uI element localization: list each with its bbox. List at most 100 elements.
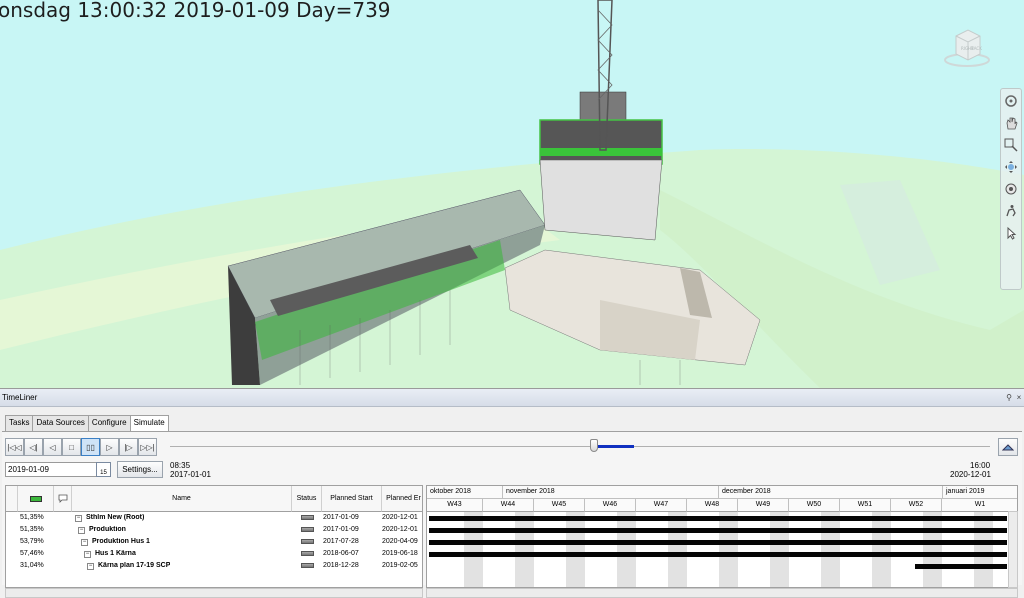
name-column-header[interactable]: Name (72, 486, 292, 512)
task-row[interactable]: 51,35% − Sthlm New (Root) 2017-01-09 202… (6, 513, 422, 525)
task-planned-end: 2020-12-01 (382, 514, 418, 521)
orbit-icon[interactable] (1001, 157, 1021, 177)
gantt-month-header: januari 2019 (943, 486, 1017, 499)
gantt-week-header: W50 (789, 499, 840, 512)
gantt-vertical-scrollbar[interactable] (1008, 511, 1018, 588)
gantt-horizontal-scrollbar[interactable] (426, 588, 1018, 598)
select-cursor-icon[interactable] (1001, 223, 1021, 243)
gantt-bar[interactable] (429, 516, 1007, 521)
gantt-week-header: W49 (738, 499, 789, 512)
viewcube[interactable]: RIGHT BACK (944, 22, 990, 68)
task-planned-end: 2019-02-05 (382, 562, 418, 569)
comment-icon (58, 494, 67, 503)
step-forward-icon: |▷ (124, 442, 133, 452)
task-grid[interactable]: Name Status Planned Start Planned Er 51,… (5, 485, 423, 588)
weekend-shade (923, 512, 942, 587)
step-back-button[interactable]: ◁| (24, 438, 43, 456)
gantt-bar[interactable] (915, 564, 1007, 569)
tab-data-sources[interactable]: Data Sources (32, 415, 89, 431)
zoom-window-icon[interactable] (1001, 135, 1021, 155)
task-planned-start: 2018-06-07 (323, 550, 359, 557)
status-bar-icon (301, 527, 314, 532)
task-planned-end: 2020-12-01 (382, 526, 418, 533)
stop-button[interactable]: □ (62, 438, 81, 456)
forward-end-button[interactable]: ▷▷| (138, 438, 157, 456)
start-time-label: 08:35 (170, 461, 191, 470)
timeliner-tabs: Tasks Data Sources Configure Simulate (5, 415, 169, 432)
gantt-bar[interactable] (429, 552, 1007, 557)
tab-simulate[interactable]: Simulate (129, 415, 169, 432)
timeliner-titlebar[interactable]: TimeLiner ⚲ × (0, 389, 1024, 407)
pin-icon[interactable]: ⚲ (1004, 393, 1014, 402)
step-forward-button[interactable]: |▷ (119, 438, 138, 456)
play-button[interactable]: ▷ (100, 438, 119, 456)
gantt-month-header: oktober 2018 (427, 486, 503, 499)
close-icon[interactable]: × (1014, 393, 1024, 402)
simulation-slider-progress (596, 445, 634, 448)
tab-configure[interactable]: Configure (87, 415, 131, 431)
task-row[interactable]: 31,04% − Kärna plan 17-19 SCP 2018-12-28… (6, 561, 422, 573)
progress-column-header[interactable] (18, 486, 54, 512)
task-planned-start: 2017-07-28 (323, 538, 359, 545)
collapse-icon[interactable]: − (75, 515, 82, 522)
task-progress: 57,46% (20, 550, 44, 557)
status-bar-icon (301, 539, 314, 544)
calendar-icon[interactable]: 15 (96, 462, 111, 477)
status-bar-icon (301, 563, 314, 568)
simulation-date-overlay: onsdag 13:00:32 2019-01-09 Day=739 (0, 0, 391, 22)
gantt-week-header: W47 (636, 499, 687, 512)
collapse-icon[interactable]: − (81, 539, 88, 546)
gantt-chart[interactable]: oktober 2018 november 2018 december 2018… (426, 485, 1018, 588)
task-progress: 31,04% (20, 562, 44, 569)
rewind-start-button[interactable]: |◁◁ (5, 438, 24, 456)
planned-end-column-header[interactable]: Planned Er (382, 486, 422, 512)
task-name: Produktion (89, 526, 126, 533)
tab-tasks[interactable]: Tasks (5, 415, 34, 431)
gantt-bar[interactable] (429, 540, 1007, 545)
task-progress: 51,35% (20, 514, 44, 521)
pan-hand-icon[interactable] (1001, 113, 1021, 133)
task-row[interactable]: 57,46% − Hus 1 Kärna 2018-06-07 2019-06-… (6, 549, 422, 561)
simulation-slider-track[interactable] (170, 446, 990, 447)
export-button[interactable] (998, 438, 1018, 456)
gantt-week-header: W51 (840, 499, 891, 512)
task-row[interactable]: 51,35% − Produktion 2017-01-09 2020-12-0… (6, 525, 422, 537)
walk-icon[interactable] (1001, 201, 1021, 221)
viewcube-face-back: BACK (971, 46, 982, 51)
rewind-start-icon: |◁◁ (7, 442, 22, 452)
navigation-bar (1000, 88, 1022, 290)
gantt-week-header: W44 (483, 499, 534, 512)
gantt-week-header: W43 (427, 499, 483, 512)
pause-button[interactable]: ▯▯ (81, 438, 100, 456)
play-reverse-button[interactable]: ◁ (43, 438, 62, 456)
simulation-slider-thumb[interactable] (590, 439, 598, 452)
viewcube-icon[interactable]: RIGHT BACK (944, 22, 990, 68)
collapse-icon[interactable]: − (78, 527, 85, 534)
task-name: Produktion Hus 1 (92, 538, 150, 545)
task-grid-horizontal-scrollbar[interactable] (5, 588, 423, 598)
gantt-bar[interactable] (429, 528, 1007, 533)
task-row[interactable]: 53,79% − Produktion Hus 1 2017-07-28 202… (6, 537, 422, 549)
current-date-field[interactable]: 2019-01-09 (5, 462, 97, 477)
collapse-icon[interactable]: − (84, 551, 91, 558)
task-planned-end: 2019-06-18 (382, 550, 418, 557)
status-bar-icon (301, 551, 314, 556)
end-date-label: 2020-12-01 (950, 470, 991, 479)
comment-column-header[interactable] (54, 486, 72, 512)
collapse-icon[interactable]: − (87, 563, 94, 570)
task-progress: 51,35% (20, 526, 44, 533)
gantt-week-header: W48 (687, 499, 738, 512)
weekend-shade (668, 512, 687, 587)
weekend-shade (974, 512, 993, 587)
settings-button[interactable]: Settings... (117, 461, 163, 478)
status-column-header[interactable]: Status (292, 486, 322, 512)
weekend-shade (821, 512, 840, 587)
3d-viewport[interactable]: onsdag 13:00:32 2019-01-09 Day=739 RIGHT… (0, 0, 1024, 388)
model-scene[interactable] (0, 0, 1024, 388)
look-icon[interactable] (1001, 179, 1021, 199)
planned-start-column-header[interactable]: Planned Start (322, 486, 382, 512)
task-name: Hus 1 Kärna (95, 550, 136, 557)
steering-wheel-icon[interactable] (1001, 91, 1021, 111)
timeliner-title: TimeLiner (2, 393, 38, 402)
task-planned-start: 2017-01-09 (323, 514, 359, 521)
